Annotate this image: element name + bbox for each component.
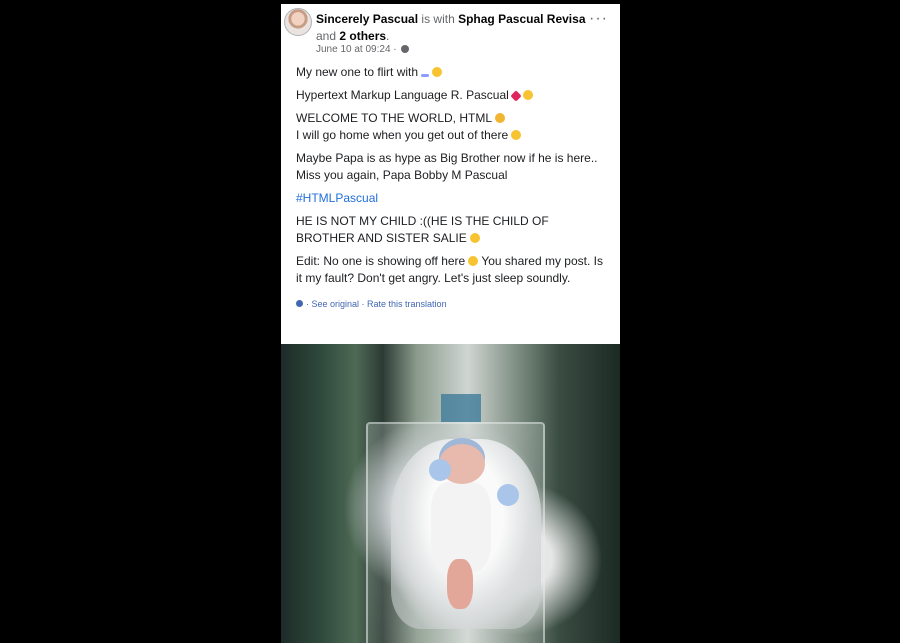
grin-emoji-icon: [511, 130, 522, 140]
with-text: is with: [418, 12, 459, 26]
author-line: Sincerely Pascual is with Sphag Pascual …: [316, 11, 586, 45]
grin-emoji-icon: [468, 256, 479, 266]
gear-icon: [296, 300, 303, 307]
post-line-2: Hypertext Markup Language R. Pascual: [296, 87, 610, 104]
post-line-6: HE IS NOT MY CHILD :((HE IS THE CHILD OF…: [296, 214, 549, 245]
bassinet-card: [441, 394, 481, 422]
globe-icon: [401, 45, 410, 53]
grin-emoji-icon: [432, 67, 443, 77]
grin-emoji-icon: [469, 233, 480, 243]
post-header: Sincerely Pascual is with Sphag Pascual …: [281, 4, 620, 60]
author-name[interactable]: Sincerely Pascual: [316, 12, 418, 26]
facebook-post: Sincerely Pascual is with Sphag Pascual …: [281, 4, 620, 643]
others-link[interactable]: 2 others: [339, 29, 386, 43]
post-timestamp[interactable]: June 10 at 09:24 ·: [316, 44, 397, 55]
baby-hand-right: [497, 484, 519, 506]
and-text: and: [316, 29, 340, 43]
post-line-3: WELCOME TO THE WORLD, HTML I will go home…: [296, 110, 610, 144]
grin-emoji-icon: [522, 90, 533, 100]
wand-emoji-icon: [421, 74, 430, 77]
period-text: .: [386, 29, 390, 43]
hashtag-link[interactable]: #HTMLPascual: [296, 190, 610, 207]
post-line-4: Maybe Papa is as hype as Big Brother now…: [296, 151, 598, 182]
author-avatar[interactable]: [284, 8, 312, 36]
baby-leg: [447, 559, 473, 609]
tagged-user[interactable]: Sphag Pascual Revisa: [458, 12, 585, 26]
translation-bar: · See original · Rate this translation: [281, 293, 620, 319]
heart-emoji-icon: [510, 90, 522, 102]
post-line-7: Edit: No one is showing off here You sha…: [296, 254, 603, 285]
post-meta: June 10 at 09:24 ·: [316, 44, 410, 55]
post-photo[interactable]: [281, 344, 620, 643]
post-body: My new one to flirt with Hypertext Marku…: [281, 60, 620, 287]
cry-emoji-icon: [495, 113, 506, 123]
rate-translation-link[interactable]: Rate this translation: [367, 299, 447, 309]
baby-hand-left: [429, 459, 451, 481]
post-line-1: My new one to flirt with: [296, 64, 610, 81]
see-original-link[interactable]: See original: [312, 299, 360, 309]
more-options-icon[interactable]: ···: [589, 10, 608, 28]
